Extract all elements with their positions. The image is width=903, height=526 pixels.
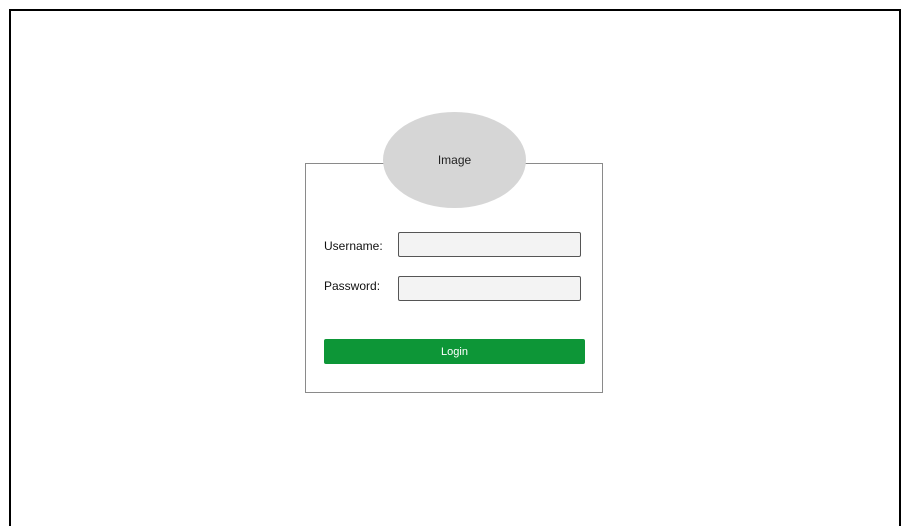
- username-label: Username:: [324, 239, 383, 253]
- avatar-label: Image: [437, 153, 472, 167]
- login-button[interactable]: Login: [324, 339, 585, 364]
- password-label: Password:: [324, 279, 381, 293]
- password-input[interactable]: [398, 276, 581, 301]
- avatar-image-placeholder: Image: [383, 112, 526, 208]
- username-input[interactable]: [398, 232, 581, 257]
